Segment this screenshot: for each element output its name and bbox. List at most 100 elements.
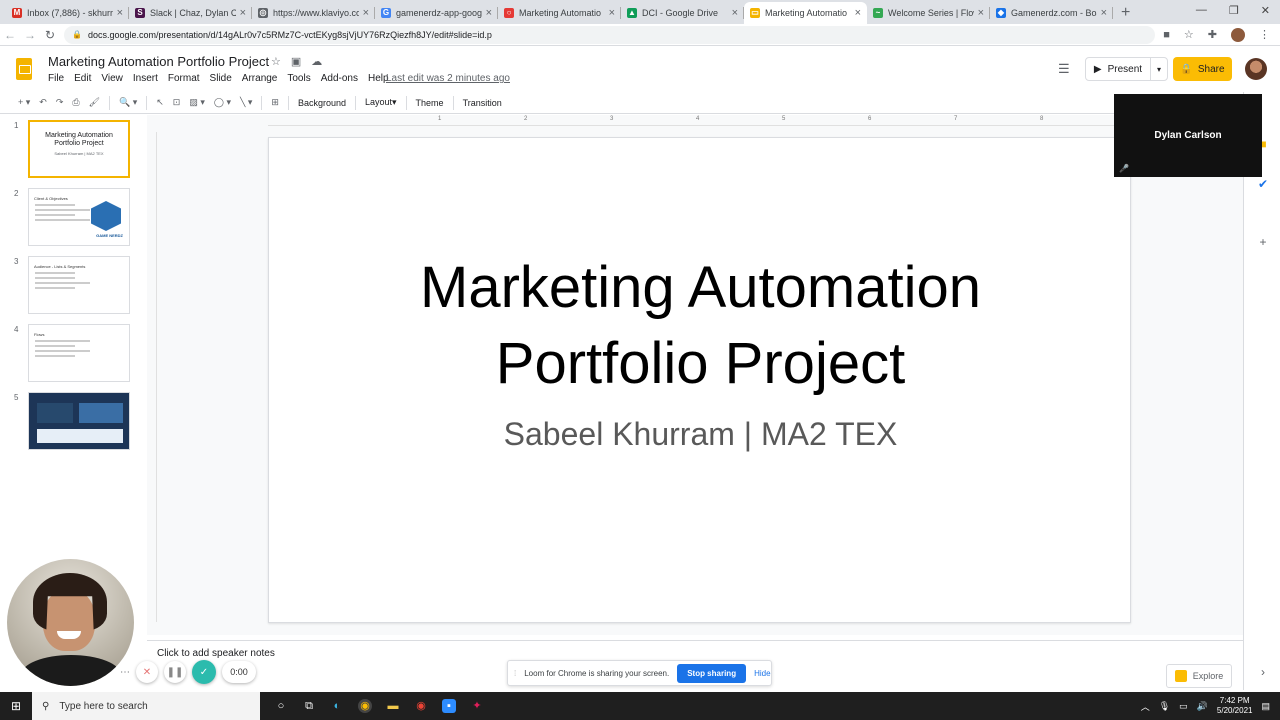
close-tab-icon[interactable]: × (117, 7, 123, 19)
browser-tab[interactable]: Ggamenerdz-app-goog × (375, 2, 498, 24)
last-edit-link[interactable]: Last edit was 2 minutes ago (386, 73, 510, 84)
theme-button[interactable]: Theme (416, 98, 444, 108)
slide-canvas[interactable]: Marketing Automation Portfolio Project S… (268, 137, 1131, 623)
move-folder-icon[interactable]: ▣ (291, 55, 301, 68)
menu-dots-icon[interactable]: ⋮ (1259, 28, 1270, 41)
slide-thumbnail-3[interactable]: Audience - Lists & Segments (28, 256, 130, 314)
close-tab-icon[interactable]: × (486, 7, 492, 19)
menu-insert[interactable]: Insert (133, 73, 158, 84)
browser-tab[interactable]: M Inbox (7,886) - skhurra × (6, 2, 129, 24)
loom-webcam-bubble[interactable] (7, 559, 134, 686)
menu-file[interactable]: File (48, 73, 64, 84)
tray-chevron-icon[interactable]: ︿ (1141, 700, 1150, 713)
background-button[interactable]: Background (298, 98, 346, 108)
chrome-profile-icon[interactable]: ◉ (414, 699, 428, 713)
slide-thumbnail-row[interactable]: 4 Flows (0, 319, 147, 382)
line-icon[interactable]: ╲ ▾ (240, 97, 252, 108)
transition-button[interactable]: Transition (463, 98, 502, 108)
paint-format-icon[interactable]: 🖌 (89, 97, 100, 108)
shape-icon[interactable]: ◯ ▾ (214, 97, 231, 108)
slide-title[interactable]: Marketing Automation Portfolio Project (269, 250, 1132, 402)
close-tab-icon[interactable]: × (855, 7, 861, 19)
more-dots-icon[interactable]: ⋯ (120, 667, 130, 678)
cloud-saved-icon[interactable]: ☁ (311, 55, 322, 68)
tasks-icon[interactable]: ✔ (1257, 178, 1269, 190)
print-icon[interactable]: ⎙ (72, 97, 79, 108)
cancel-recording-button[interactable]: ✕ (136, 661, 158, 683)
layout-button[interactable]: Layout▾ (365, 97, 397, 108)
chrome-icon[interactable]: ◉ (358, 699, 372, 713)
new-tab-icon[interactable]: + (1121, 2, 1130, 24)
close-window-icon[interactable]: ✕ (1261, 4, 1270, 17)
collapse-panel-icon[interactable]: › (1257, 666, 1269, 678)
pause-recording-button[interactable]: ❚❚ (164, 661, 186, 683)
menu-addons[interactable]: Add-ons (321, 73, 358, 84)
browser-tab[interactable]: S Slack | Chaz, Dylan Ca × (129, 2, 252, 24)
image-icon[interactable]: ▨ ▾ (189, 97, 205, 108)
slide-thumbnail-2[interactable]: Client & Objectives GAME NERDZ (28, 188, 130, 246)
browser-tab[interactable]: ◎ https://www.klaviyo.co × (252, 2, 375, 24)
task-view-icon[interactable]: ⧉ (302, 699, 316, 713)
browser-tab[interactable]: ◆ Gamenerdz.com - Boa × (990, 2, 1113, 24)
bookmark-star-icon[interactable]: ☆ (1184, 28, 1194, 41)
menu-arrange[interactable]: Arrange (242, 73, 278, 84)
close-tab-icon[interactable]: × (363, 7, 369, 19)
add-addon-icon[interactable]: + (1257, 236, 1269, 248)
slide-thumbnail-row[interactable]: 1 Marketing Automation Portfolio Project… (0, 115, 147, 178)
present-button[interactable]: ▶ Present ▾ (1085, 57, 1168, 81)
browser-tab[interactable]: ▭ Marketing Automatio × (744, 2, 867, 24)
hide-button[interactable]: Hide (754, 669, 770, 678)
account-avatar[interactable] (1245, 58, 1267, 80)
browser-tab[interactable]: ○ Marketing Automatio × (498, 2, 621, 24)
extensions-icon[interactable]: ✚ (1208, 28, 1217, 41)
select-icon[interactable]: ↖ (156, 97, 164, 108)
menu-slide[interactable]: Slide (210, 73, 232, 84)
slide-thumbnail-row[interactable]: 3 Audience - Lists & Segments (0, 251, 147, 314)
menu-tools[interactable]: Tools (287, 73, 310, 84)
undo-icon[interactable]: ↶ (39, 97, 47, 108)
close-tab-icon[interactable]: × (1101, 7, 1107, 19)
profile-avatar[interactable] (1231, 27, 1245, 42)
close-tab-icon[interactable]: × (978, 7, 984, 19)
explore-button[interactable]: Explore (1166, 664, 1232, 688)
text-box-icon[interactable]: ⊡ (173, 97, 181, 108)
slide-thumbnail-4[interactable]: Flows (28, 324, 130, 382)
drag-handle-icon[interactable]: ⁞ (514, 669, 516, 678)
forward-icon[interactable]: → (20, 28, 40, 42)
share-button[interactable]: 🔒 Share (1173, 57, 1232, 81)
slide-thumbnail-5[interactable] (28, 392, 130, 450)
file-explorer-icon[interactable]: ▬ (386, 699, 400, 713)
slide-thumbnail-row[interactable]: 5 (0, 387, 147, 450)
minimize-icon[interactable]: — (1196, 4, 1207, 17)
comment-add-icon[interactable]: ⊞ (271, 97, 279, 108)
present-dropdown-icon[interactable]: ▾ (1151, 65, 1167, 74)
url-field[interactable]: 🔒 docs.google.com/presentation/d/14gALr0… (64, 25, 1156, 44)
browser-tab[interactable]: ▲ DCI - Google Drive × (621, 2, 744, 24)
menu-view[interactable]: View (101, 73, 123, 84)
browser-tab[interactable]: ~ Welcome Series | Flow × (867, 2, 990, 24)
back-icon[interactable]: ← (0, 28, 20, 42)
stop-sharing-button[interactable]: Stop sharing (677, 663, 747, 683)
comments-icon[interactable]: ☰ (1058, 61, 1070, 77)
slack-app-icon[interactable]: ✦ (470, 699, 484, 713)
slides-logo-icon[interactable] (16, 58, 32, 80)
volume-icon[interactable]: 🔊 (1197, 701, 1208, 712)
microphone-icon[interactable]: 🎙 (1159, 701, 1170, 712)
new-slide-icon[interactable]: + ▾ (18, 97, 30, 108)
menu-edit[interactable]: Edit (74, 73, 91, 84)
edge-icon[interactable]: ◐ (330, 699, 344, 713)
network-icon[interactable]: ▭ (1179, 701, 1188, 712)
zoom-icon[interactable]: 🔍 ▾ (119, 97, 137, 108)
taskbar-search[interactable]: ⚲ Type here to search (32, 692, 260, 720)
notifications-icon[interactable]: ▤ (1261, 701, 1270, 712)
redo-icon[interactable]: ↷ (56, 97, 64, 108)
system-clock[interactable]: 7:42 PM 5/20/2021 (1217, 696, 1253, 716)
windows-start-icon[interactable]: ⊞ (0, 699, 32, 713)
zoom-app-icon[interactable]: ▪ (442, 699, 456, 713)
reload-icon[interactable]: ↻ (40, 28, 60, 42)
camera-icon[interactable]: ■ (1163, 29, 1170, 41)
slide-subtitle[interactable]: Sabeel Khurram | MA2 TEX (269, 416, 1132, 453)
close-tab-icon[interactable]: × (240, 7, 246, 19)
slide-thumbnail-row[interactable]: 2 Client & Objectives GAME NERDZ (0, 183, 147, 246)
star-icon[interactable]: ☆ (271, 55, 281, 68)
